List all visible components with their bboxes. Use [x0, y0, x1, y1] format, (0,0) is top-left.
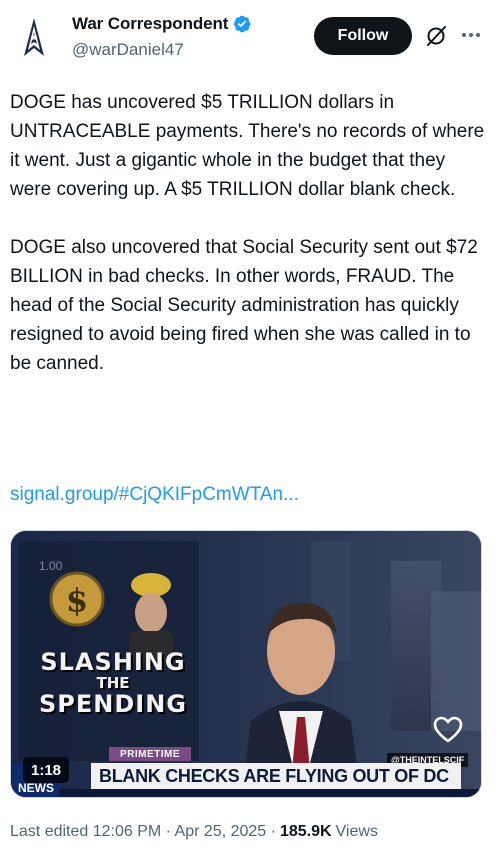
- more-dots-icon: [462, 33, 480, 37]
- price-tag: 1.00: [39, 559, 63, 573]
- heart-icon[interactable]: [431, 713, 465, 747]
- show-tag: PRIMETIME: [109, 747, 191, 761]
- tweet-text: DOGE has uncovered $5 TRILLION dollars i…: [10, 88, 488, 407]
- space-force-logo-icon: [10, 14, 58, 62]
- avatar[interactable]: [10, 14, 58, 62]
- video-duration: 1:18: [23, 757, 69, 783]
- slashing-graphic: SLASHING THE SPENDING: [37, 649, 189, 717]
- name-row: War Correspondent: [72, 14, 252, 34]
- display-name[interactable]: War Correspondent: [72, 14, 228, 34]
- chyron: BLANK CHECKS ARE FLYING OUT OF DC: [91, 763, 461, 789]
- tweet-paragraph: DOGE has uncovered $5 TRILLION dollars i…: [10, 92, 485, 200]
- verified-badge-icon[interactable]: [232, 14, 252, 34]
- svg-text:$: $: [66, 581, 88, 619]
- grok-icon[interactable]: [424, 24, 448, 48]
- views-label: Views: [335, 823, 378, 840]
- graphic-line: SPENDING: [39, 690, 187, 718]
- graphic-line: THE: [96, 674, 130, 692]
- graphic-line: SLASHING: [40, 648, 186, 676]
- tweet-link[interactable]: signal.group/#CjQKIFpCmWTAn...: [10, 484, 299, 506]
- tweet-meta: Last edited 12:06 PM · Apr 25, 2025 · 18…: [10, 823, 378, 841]
- tweet-paragraph: DOGE also uncovered that Social Security…: [10, 237, 478, 374]
- follow-button[interactable]: Follow: [314, 17, 412, 55]
- last-edited[interactable]: Last edited 12:06 PM · Apr 25, 2025 ·: [10, 823, 276, 841]
- video-player[interactable]: $ 1.00 SLASHING THE SPENDING PRIMETIME @…: [10, 530, 482, 798]
- views-count: 185.9K: [279, 823, 332, 840]
- more-icon[interactable]: [458, 22, 484, 48]
- handle[interactable]: @warDaniel47: [72, 40, 184, 60]
- tweet-header: War Correspondent @warDaniel47 Follow: [0, 0, 500, 80]
